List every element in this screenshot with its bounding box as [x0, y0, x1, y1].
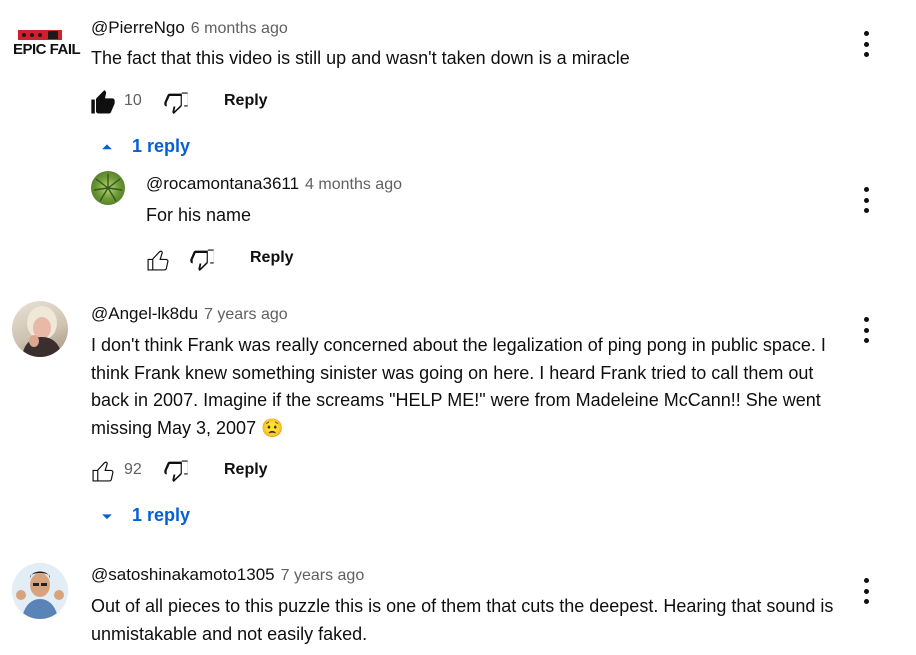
timestamp[interactable]: 7 years ago — [281, 567, 365, 584]
replies-toggle-label: 1 reply — [132, 136, 191, 156]
timestamp[interactable]: 7 years ago — [204, 306, 288, 323]
comment-header: @satoshinakamoto1305 7 years ago — [91, 565, 364, 585]
replies-toggle[interactable]: 1 reply — [98, 505, 190, 526]
comment-header: @Angel-lk8du 7 years ago — [91, 304, 288, 324]
replies-toggle[interactable]: 1 reply — [98, 136, 190, 157]
thumb-down-icon — [164, 92, 188, 115]
avatar-image — [93, 174, 123, 202]
author-name[interactable]: @PierreNgo — [91, 18, 185, 37]
like-button[interactable] — [144, 246, 172, 274]
thumb-up-icon — [147, 250, 169, 271]
avatar[interactable] — [91, 171, 125, 205]
thumb-down-icon — [164, 460, 188, 483]
reply-button[interactable]: Reply — [224, 92, 268, 110]
thumb-up-icon — [91, 90, 115, 114]
more-vert-icon[interactable] — [861, 578, 871, 604]
avatar-image — [12, 563, 68, 619]
author-name[interactable]: @rocamontana3611 — [146, 174, 299, 193]
comment-header: @rocamontana3611 4 months ago — [146, 174, 402, 194]
thumb-down-icon — [190, 249, 214, 272]
timestamp[interactable]: 6 months ago — [191, 20, 288, 37]
dislike-button[interactable] — [162, 457, 190, 485]
reply-button[interactable]: Reply — [250, 249, 294, 267]
avatar[interactable] — [12, 301, 68, 357]
reply-button[interactable]: Reply — [224, 461, 268, 479]
avatar-image — [22, 306, 62, 357]
dislike-button[interactable] — [162, 89, 190, 117]
comment-text: The fact that this video is still up and… — [91, 48, 630, 68]
chevron-up-icon — [102, 143, 112, 149]
author-name[interactable]: @Angel-lk8du — [91, 304, 198, 323]
comment-text: I don't think Frank was really concerned… — [91, 335, 826, 438]
avatar-logo-text: EPIC FAIL — [13, 41, 81, 58]
comment-text: Out of all pieces to this puzzle this is… — [91, 596, 834, 644]
avatar[interactable] — [12, 563, 68, 619]
author-name[interactable]: @satoshinakamoto1305 — [91, 565, 275, 584]
dislike-button[interactable] — [188, 246, 216, 274]
thumb-up-icon — [92, 461, 114, 482]
comment-header: @PierreNgo 6 months ago — [91, 18, 288, 38]
like-button[interactable] — [89, 457, 117, 485]
replies-toggle-label: 1 reply — [132, 505, 191, 525]
more-vert-icon[interactable] — [861, 31, 871, 57]
like-count: 10 — [124, 92, 142, 109]
comment-text: For his name — [146, 205, 252, 225]
more-vert-icon[interactable] — [861, 317, 871, 343]
timestamp[interactable]: 4 months ago — [305, 176, 402, 193]
more-vert-icon[interactable] — [861, 187, 871, 213]
like-count: 92 — [124, 461, 142, 478]
like-button[interactable] — [89, 89, 117, 117]
chevron-down-icon — [102, 513, 112, 519]
